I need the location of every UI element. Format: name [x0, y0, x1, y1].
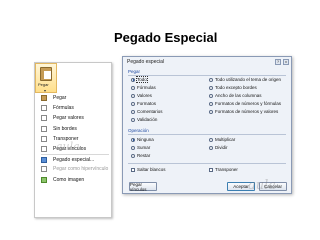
transpose-icon	[41, 135, 47, 142]
paste-section-label: Pegar	[128, 69, 141, 74]
radio-validacion[interactable]: Validación	[131, 117, 157, 122]
radio-formatos-numeros-valores[interactable]: Formatos de números y valores	[209, 109, 278, 114]
link-icon	[41, 146, 47, 153]
radio-multiplicar[interactable]: Multiplicar	[209, 137, 235, 142]
hyperlink-icon	[41, 166, 47, 173]
radio-selected-icon	[131, 77, 135, 82]
paste-special-icon	[41, 156, 47, 163]
dialog-title: Pegado especial	[127, 59, 164, 65]
radio-selected-icon	[131, 137, 135, 142]
values-icon	[41, 115, 47, 122]
menu-item-pegar-valores[interactable]: Pegar valores	[41, 113, 109, 123]
watermark: aula	[56, 140, 80, 153]
radio-formatos-numeros-formulas[interactable]: Formatos de números y fórmulas	[209, 101, 281, 106]
formulas-icon	[41, 105, 47, 112]
menu-item-sin-bordes[interactable]: Sin bordes	[41, 124, 109, 134]
radio-valores[interactable]: Valores	[131, 93, 152, 98]
no-borders-icon	[41, 125, 47, 132]
menu-item-pegado-especial[interactable]: Pegado especial...	[41, 154, 109, 164]
operation-section-label: Operación	[128, 128, 149, 133]
radio-todo[interactable]: Todo	[131, 76, 148, 83]
picture-icon	[41, 176, 47, 183]
radio-ancho-columnas[interactable]: Ancho de las columnas	[209, 93, 262, 98]
radio-comentarios[interactable]: Comentarios	[131, 109, 163, 114]
radio-ninguna[interactable]: Ninguna	[131, 137, 154, 142]
radio-formulas[interactable]: Fórmulas	[131, 85, 156, 90]
radio-dividir[interactable]: Dividir	[209, 145, 228, 150]
radio-restar[interactable]: Restar	[131, 153, 150, 158]
paste-links-button[interactable]: Pegar vínculos	[129, 182, 157, 192]
clipboard-icon	[41, 95, 47, 102]
paste-button[interactable]: Pegar ▾	[35, 63, 57, 93]
close-button[interactable]: x	[283, 59, 289, 65]
menu-item-formulas[interactable]: Fórmulas	[41, 103, 109, 113]
menu-item-pegar-hipervinculo[interactable]: Pegar como hipervínculo	[41, 164, 109, 174]
watermark: aula	[248, 178, 277, 193]
radio-sumar[interactable]: Sumar	[131, 145, 150, 150]
paste-special-dialog: Pegado especial ? x Pegar Todo Fórmulas …	[122, 56, 292, 194]
menu-item-pegar[interactable]: Pegar	[41, 93, 109, 103]
radio-todo-tema-origen[interactable]: Todo utilizando el tema de origen	[209, 77, 281, 82]
paste-button-label: Pegar	[38, 82, 49, 87]
radio-formatos[interactable]: Formatos	[131, 101, 156, 106]
help-button[interactable]: ?	[275, 59, 281, 65]
page-title: Pegado Especial	[114, 30, 218, 45]
transpose-checkbox[interactable]: Transponer	[209, 167, 238, 172]
radio-todo-excepto-bordes[interactable]: Todo excepto bordes	[209, 85, 257, 90]
skip-blanks-checkbox[interactable]: Saltar blancos	[131, 167, 166, 172]
menu-item-como-imagen[interactable]: Como imagen	[41, 175, 109, 185]
clipboard-icon	[40, 67, 52, 81]
